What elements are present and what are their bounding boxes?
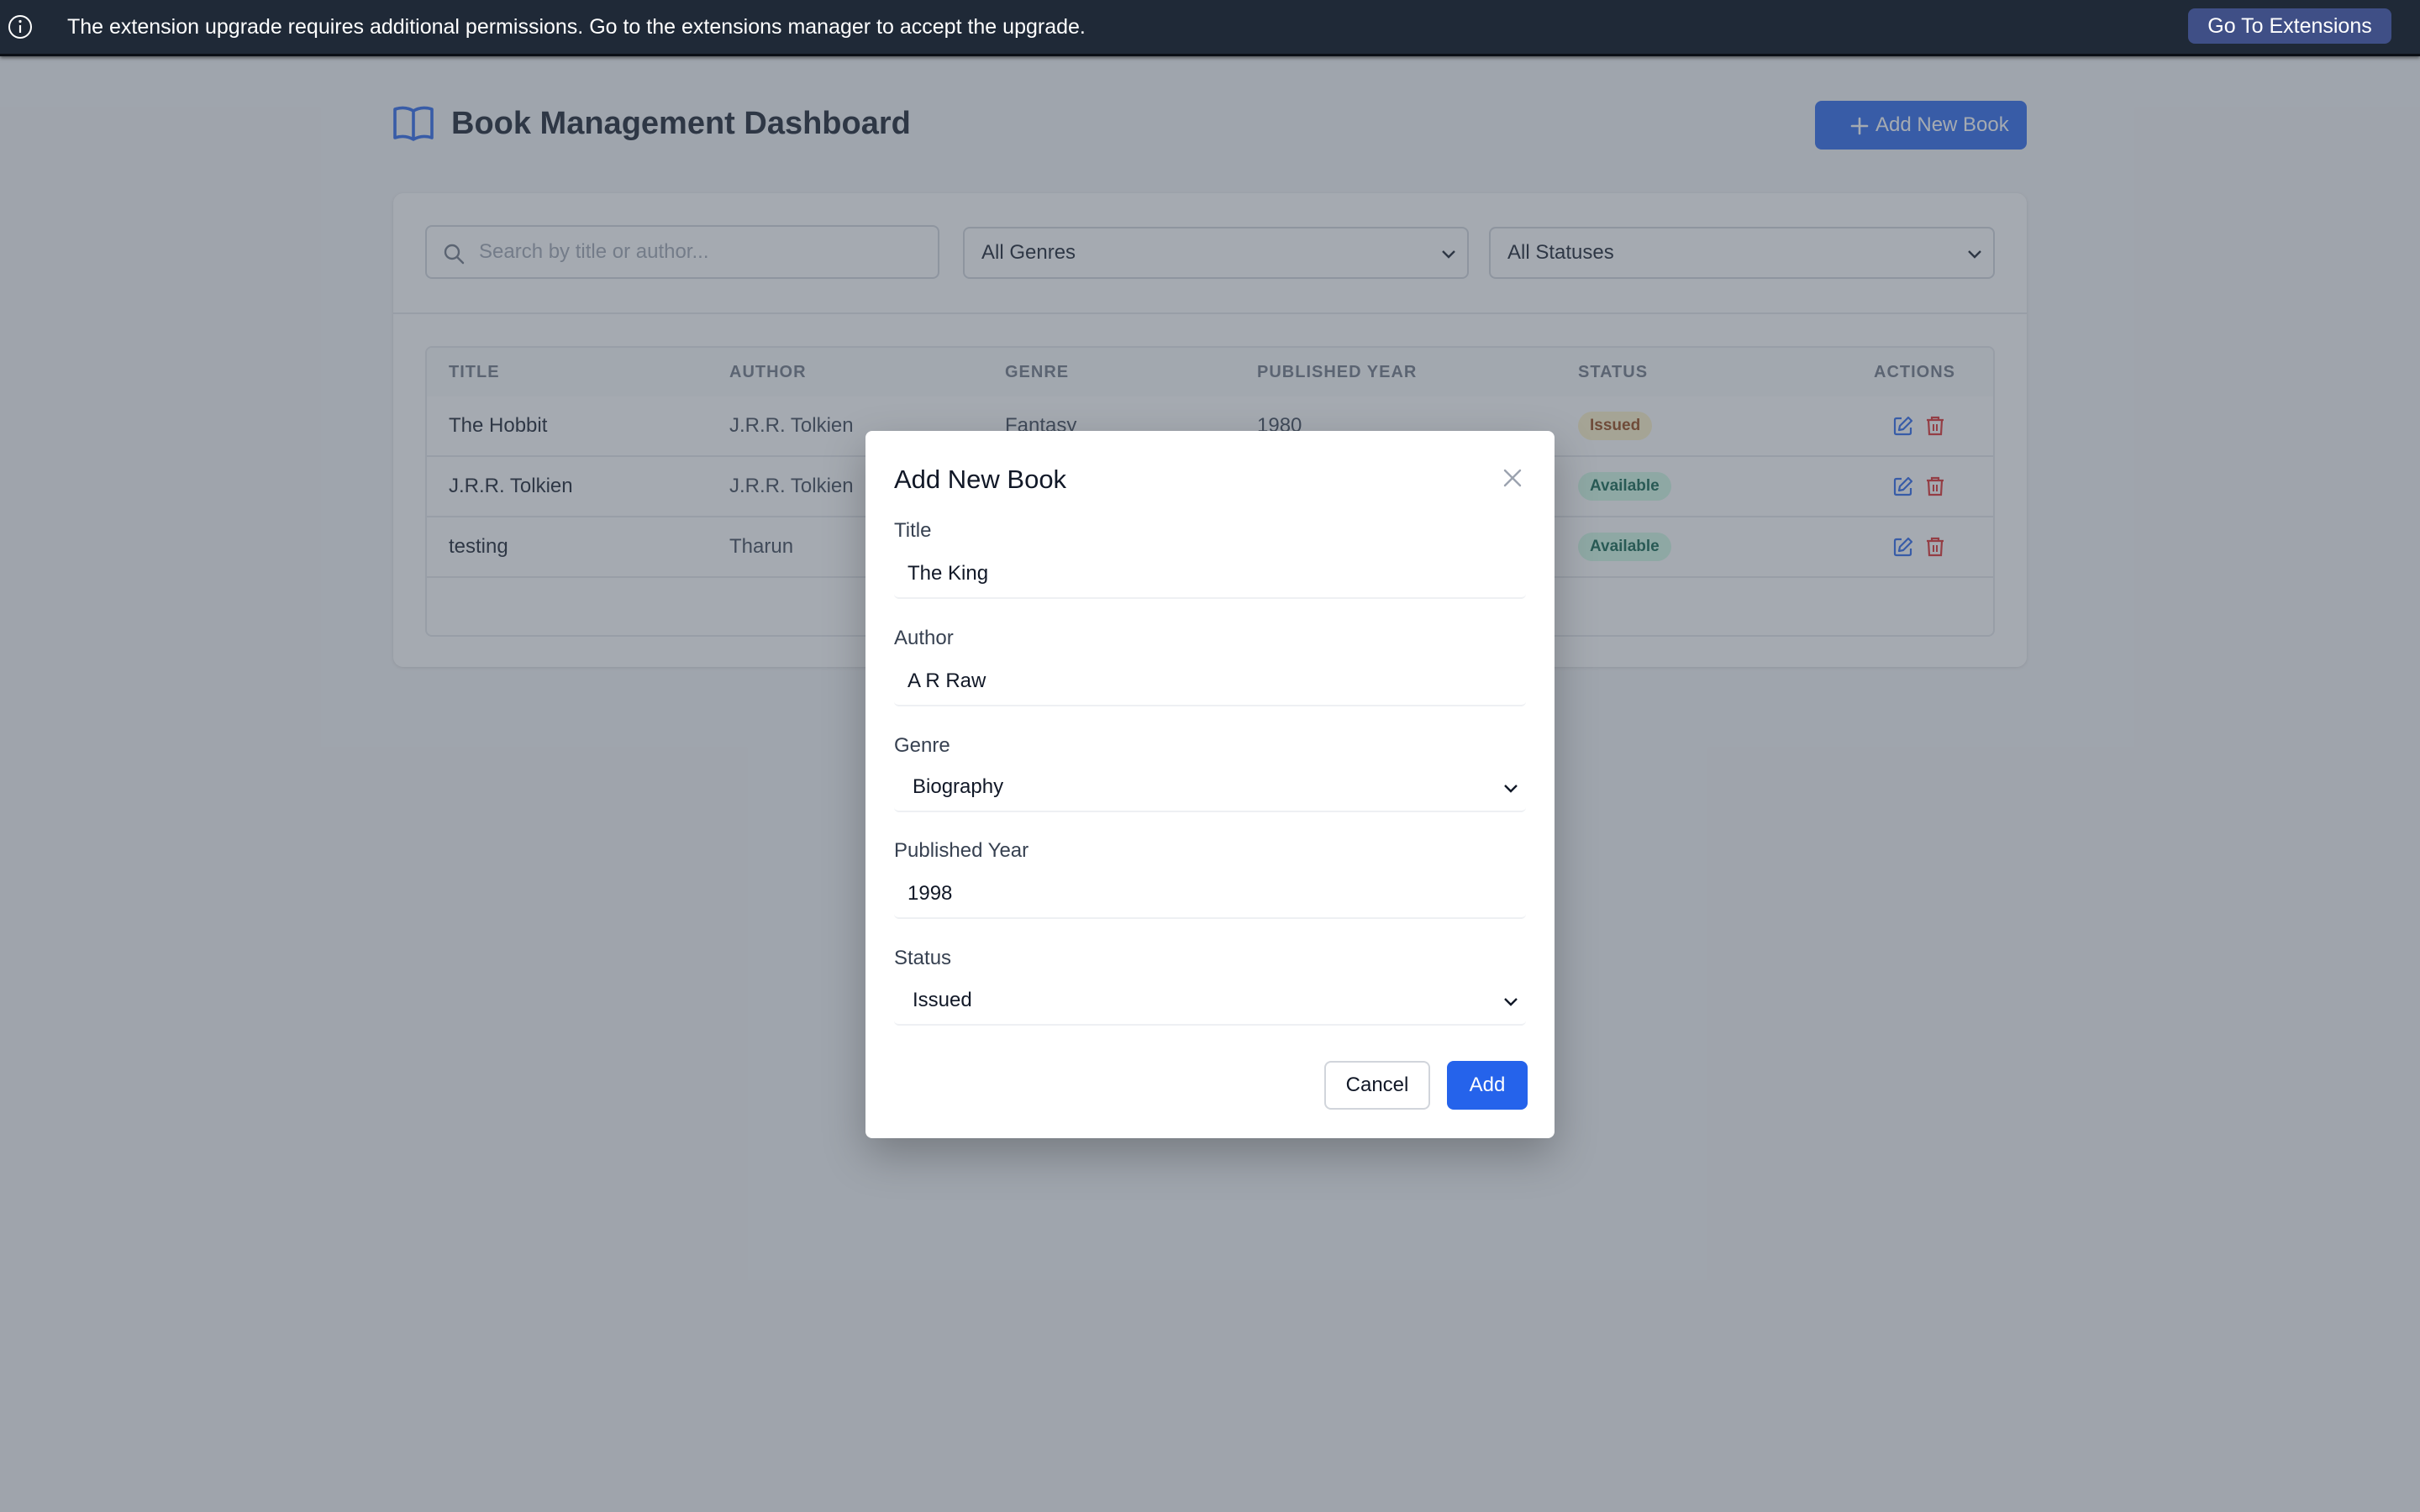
extension-notice-bar: The extension upgrade requires additiona… bbox=[0, 0, 2420, 56]
title-input-value: The King bbox=[908, 562, 989, 585]
modal-title: Add New Book bbox=[894, 465, 1067, 494]
author-label: Author bbox=[894, 627, 954, 649]
title-label: Title bbox=[894, 519, 932, 542]
cancel-button[interactable]: Cancel bbox=[1324, 1061, 1430, 1110]
genre-select[interactable]: Biography bbox=[894, 764, 1526, 812]
status-label: Status bbox=[894, 947, 952, 969]
chevron-down-icon bbox=[1504, 785, 1518, 793]
published-year-input[interactable]: 1998 bbox=[894, 870, 1526, 919]
author-input-value: A R Raw bbox=[908, 669, 986, 692]
add-book-modal: Add New Book Title The King Author A R R… bbox=[865, 431, 1555, 1138]
close-icon[interactable] bbox=[1501, 466, 1524, 490]
status-select-value: Issued bbox=[913, 989, 972, 1011]
author-input[interactable]: A R Raw bbox=[894, 658, 1526, 706]
notice-message: The extension upgrade requires additiona… bbox=[67, 15, 1086, 39]
add-button[interactable]: Add bbox=[1447, 1061, 1528, 1110]
genre-select-value: Biography bbox=[913, 775, 1004, 798]
info-icon bbox=[8, 15, 32, 39]
published-year-label: Published Year bbox=[894, 839, 1029, 862]
chevron-down-icon bbox=[1504, 998, 1518, 1006]
published-year-input-value: 1998 bbox=[908, 882, 953, 905]
status-select[interactable]: Issued bbox=[894, 977, 1526, 1026]
genre-label: Genre bbox=[894, 734, 950, 757]
go-to-extensions-button[interactable]: Go To Extensions bbox=[2188, 8, 2391, 44]
title-input[interactable]: The King bbox=[894, 550, 1526, 599]
